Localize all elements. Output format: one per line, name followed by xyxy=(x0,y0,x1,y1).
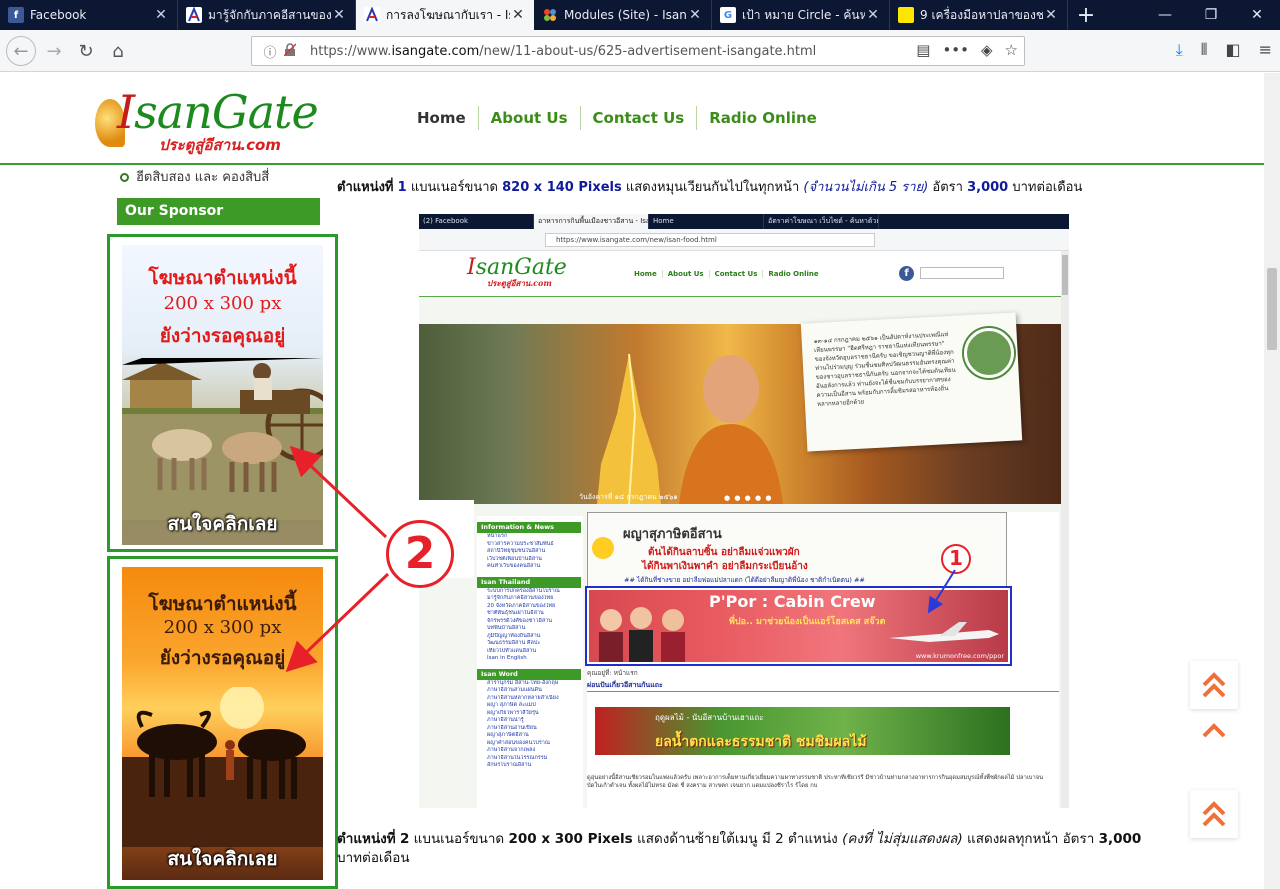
double-chevron-up-icon xyxy=(1202,723,1226,738)
scroll-to-top-button[interactable] xyxy=(1190,718,1238,744)
double-chevron-up-icon xyxy=(1202,801,1226,827)
arrow-to-ad-1 xyxy=(289,445,388,539)
pos-label: ตำแหน่งที่ xyxy=(337,831,396,847)
pos-price: 3,000 xyxy=(1098,831,1142,847)
position-2-description: ตำแหน่งที่ 2 แบนเนอร์ขนาด 200 x 300 Pixe… xyxy=(337,830,1152,868)
pos-text: แสดงด้านซ้ายใต้เมนู มี 2 ตำแหน่ง xyxy=(637,831,838,847)
arrow-to-ad-2 xyxy=(285,572,390,673)
scroll-to-top-button[interactable] xyxy=(1190,790,1238,838)
double-chevron-up-icon xyxy=(1202,672,1226,698)
annotation-arrows xyxy=(285,445,956,673)
pos-note: (คงที่ ไม่สุ่มแสดงผล) xyxy=(842,831,963,847)
pos-text: แสดงผลทุกหน้า อัตรา xyxy=(967,831,1095,847)
pos-text: แบนเนอร์ขนาด xyxy=(413,831,505,847)
pos-text: บาทต่อเดือน xyxy=(337,850,410,866)
scroll-to-top-button[interactable] xyxy=(1190,661,1238,709)
arrow-to-banner-1 xyxy=(927,569,956,614)
pos-size: 200 x 300 Pixels xyxy=(508,831,633,847)
pos-number: 2 xyxy=(399,831,410,847)
